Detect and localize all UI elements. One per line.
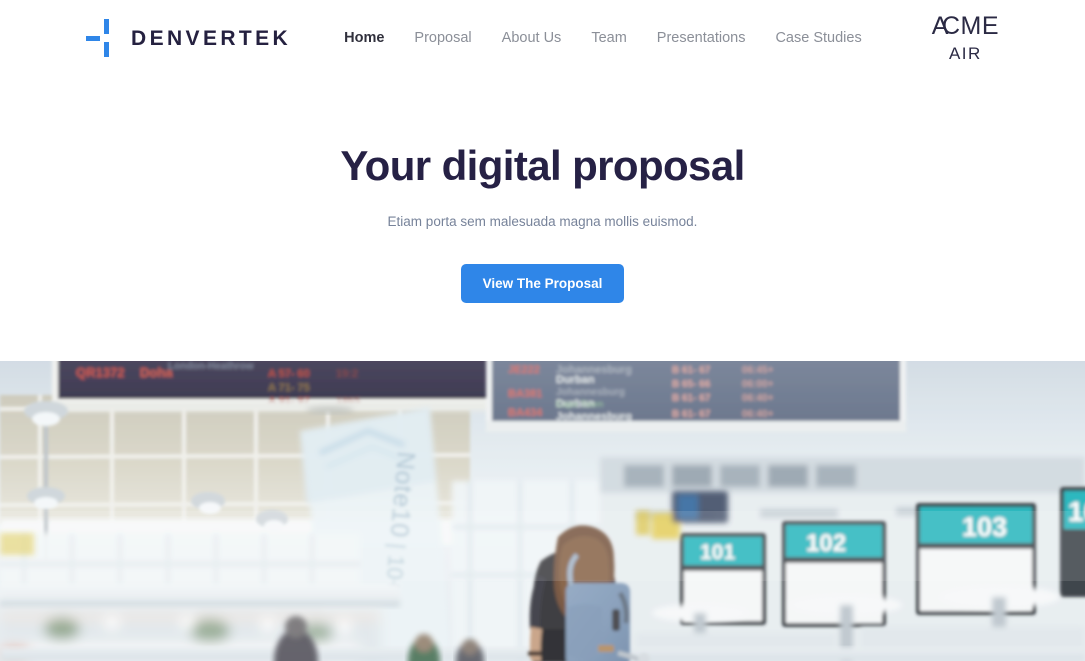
brand-name: DENVERTEK (131, 26, 292, 50)
nav-item-presentations[interactable]: Presentations (642, 24, 761, 52)
nav-item-team[interactable]: Team (576, 24, 641, 52)
denvertek-mark-icon (86, 19, 114, 57)
brand-logo[interactable]: DENVERTEK (86, 19, 291, 57)
client-logo-acme-air: ACME AIR (932, 14, 999, 63)
airport-photo-illustration: QR1372 Doha London-Heathrow A 57- 60 A 7… (0, 361, 1085, 661)
main-navigation: Home Proposal About Us Team Presentation… (329, 24, 877, 52)
client-logo-ligature-a: A (931, 12, 949, 40)
nav-item-home[interactable]: Home (329, 24, 399, 52)
nav-item-proposal[interactable]: Proposal (399, 24, 486, 52)
client-logo-subtitle: AIR (948, 44, 982, 63)
hero-subtitle: Etiam porta sem malesuada magna mollis e… (387, 214, 698, 230)
nav-item-case-studies[interactable]: Case Studies (760, 24, 876, 52)
client-logo-rest: ME (960, 12, 999, 40)
airport-terminal-photo: QR1372 Doha London-Heathrow A 57- 60 A 7… (0, 361, 1085, 661)
hero-section: Your digital proposal Etiam porta sem ma… (0, 76, 1085, 361)
page-title: Your digital proposal (340, 142, 745, 189)
client-logo-wordmark: ACME (932, 14, 999, 40)
view-the-proposal-button[interactable]: View The Proposal (461, 264, 624, 304)
site-header: DENVERTEK Home Proposal About Us Team Pr… (0, 0, 1085, 76)
nav-item-about-us[interactable]: About Us (487, 24, 577, 52)
